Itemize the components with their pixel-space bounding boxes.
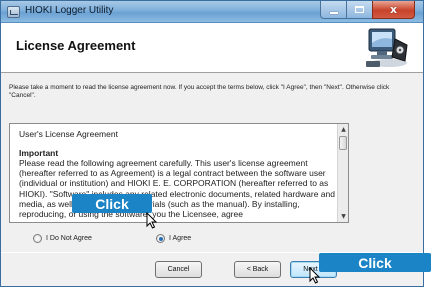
- cancel-button[interactable]: Cancel: [155, 261, 202, 278]
- close-icon: x: [389, 3, 398, 16]
- close-button[interactable]: x: [372, 1, 415, 19]
- license-body: Please read the following agreement care…: [19, 158, 335, 220]
- window-title: HIOKI Logger Utility: [25, 5, 114, 16]
- radio-agree[interactable]: I Agree: [156, 234, 191, 243]
- license-text-box[interactable]: User's License Agreement Important Pleas…: [9, 123, 349, 223]
- radio-disagree-label: I Do Not Agree: [46, 235, 92, 242]
- page-title: License Agreement: [16, 38, 136, 53]
- scroll-thumb[interactable]: [339, 136, 347, 150]
- mouse-cursor-icon: [146, 212, 158, 229]
- minimize-button[interactable]: [320, 1, 346, 19]
- intro-text: Please take a moment to read the license…: [9, 84, 390, 99]
- vertical-scrollbar[interactable]: ▲ ▼: [337, 124, 348, 222]
- maximize-button[interactable]: [346, 1, 372, 19]
- license-heading: Important: [19, 148, 59, 158]
- scroll-up-icon[interactable]: ▲: [338, 124, 348, 135]
- wizard-header: License Agreement: [1, 23, 423, 73]
- app-icon: [7, 6, 20, 18]
- mouse-cursor-icon-next: [309, 267, 321, 284]
- radio-disagree-circle[interactable]: [33, 234, 42, 243]
- maximize-icon: [355, 6, 364, 13]
- license-title: User's License Agreement: [19, 129, 118, 139]
- scroll-down-icon[interactable]: ▼: [338, 211, 348, 222]
- click-callout-left: Click: [72, 194, 152, 213]
- radio-agree-label: I Agree: [169, 235, 192, 242]
- click-callout-right: Click: [319, 253, 431, 272]
- title-bar[interactable]: HIOKI Logger Utility x: [1, 1, 423, 23]
- radio-agree-circle[interactable]: [156, 234, 165, 243]
- radio-disagree[interactable]: I Do Not Agree: [33, 234, 92, 243]
- back-button[interactable]: < Back: [234, 261, 281, 278]
- installer-window: HIOKI Logger Utility x License Agreement: [0, 0, 424, 287]
- minimize-icon: [329, 11, 338, 14]
- computer-install-icon: [366, 28, 408, 67]
- caption-buttons: x: [320, 1, 415, 19]
